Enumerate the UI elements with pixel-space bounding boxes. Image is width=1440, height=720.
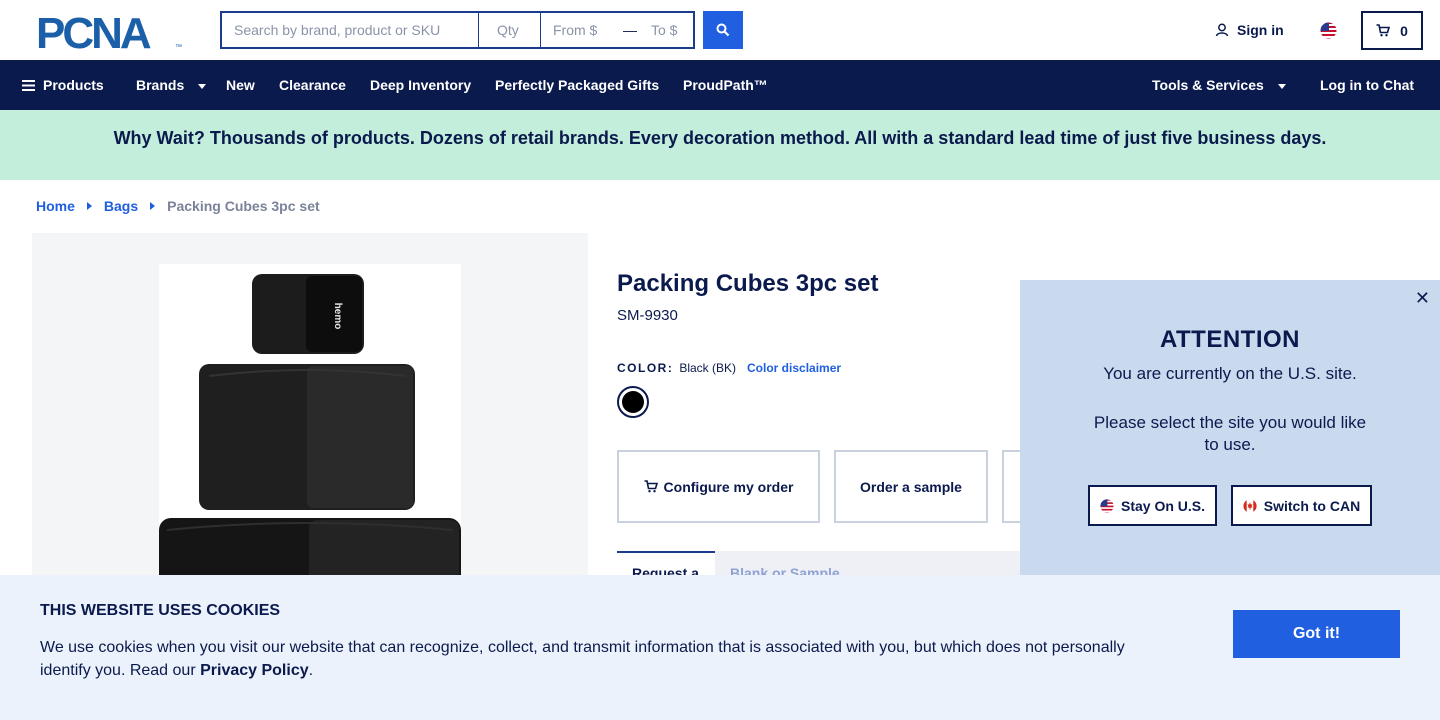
chevron-right-icon (150, 202, 156, 210)
region-select-modal: ✕ ATTENTION You are currently on the U.S… (1020, 280, 1440, 580)
cookie-accept-label: Got it! (1292, 625, 1341, 642)
color-value: Black (BK) (679, 361, 737, 375)
order-sample-button[interactable]: Order a sample (834, 450, 988, 523)
nav-log-in-to-chat[interactable]: Log in to Chat (1320, 60, 1414, 110)
cookie-title: THIS WEBSITE USES COOKIES (40, 602, 281, 619)
color-label: COLOR: (617, 361, 674, 375)
nav-gifts-label: Perfectly Packaged Gifts (495, 77, 660, 93)
price-range-segment: — (541, 13, 706, 47)
price-to-input[interactable] (651, 13, 706, 47)
cookie-text: We use cookies when you visit our websit… (40, 636, 1150, 682)
color-disclaimer-link[interactable]: Color disclaimer (747, 361, 841, 375)
nav-chat-label: Log in to Chat (1320, 77, 1415, 93)
product-image[interactable]: hemo (159, 264, 461, 594)
nav-products[interactable]: Products (22, 60, 104, 110)
color-swatch-black[interactable] (617, 386, 649, 418)
nav-new[interactable]: New (226, 60, 255, 110)
nav-perfectly-packaged-gifts[interactable]: Perfectly Packaged Gifts (495, 60, 659, 110)
breadcrumb-home[interactable]: Home (36, 198, 75, 214)
price-from-input[interactable] (553, 13, 611, 47)
search-input[interactable] (234, 13, 478, 47)
nav-clearance[interactable]: Clearance (279, 60, 346, 110)
qty-segment (479, 13, 541, 47)
breadcrumb-current: Packing Cubes 3pc set (167, 198, 320, 214)
search-bar: — (220, 11, 706, 49)
cart-button[interactable]: 0 (1361, 11, 1423, 50)
qty-input[interactable] (497, 13, 540, 47)
modal-message-current-site: You are currently on the U.S. site. (1103, 364, 1357, 383)
configure-order-label: Configure my order (663, 478, 794, 495)
cart-icon (1376, 24, 1391, 37)
pcna-logo[interactable]: PCNA ™ (36, 9, 186, 58)
keyword-search-segment (222, 13, 479, 47)
price-range-dash: — (623, 22, 637, 38)
nav-proudpath-label: ProudPath™ (683, 77, 768, 93)
image-brand-text: hemo (332, 303, 343, 330)
search-icon (716, 23, 730, 37)
cart-icon (644, 480, 658, 493)
main-nav: Products Brands New Clearance Deep Inven… (0, 60, 1440, 110)
nav-clearance-label: Clearance (279, 77, 346, 93)
cookie-accept-button[interactable]: Got it! (1233, 610, 1400, 658)
sign-in-link[interactable]: Sign in (1215, 22, 1284, 38)
stay-on-us-button[interactable]: Stay On U.S. (1088, 485, 1217, 526)
chevron-down-icon (198, 83, 207, 89)
privacy-policy-link[interactable]: Privacy Policy (200, 662, 309, 679)
breadcrumb-bags[interactable]: Bags (104, 198, 138, 214)
stay-on-us-label: Stay On U.S. (1120, 497, 1206, 514)
us-flag-icon (1320, 22, 1337, 39)
cookie-banner: THIS WEBSITE USES COOKIES We use cookies… (0, 575, 1440, 720)
promo-banner: Why Wait? Thousands of products. Dozens … (0, 110, 1440, 180)
search-button[interactable] (703, 11, 743, 49)
color-row: COLOR: Black (BK) Color disclaimer (617, 361, 841, 375)
nav-brands-label: Brands (136, 77, 185, 93)
modal-title: ATTENTION (1159, 326, 1301, 353)
breadcrumb: Home Bags Packing Cubes 3pc set (36, 198, 320, 214)
us-flag-icon (1100, 498, 1114, 513)
product-title: Packing Cubes 3pc set (617, 270, 879, 297)
site-header: PCNA ™ — Sign in (0, 0, 1440, 60)
sign-in-label: Sign in (1237, 22, 1284, 38)
modal-message-select-site: Please select the site you would like to… (1093, 413, 1367, 454)
logo-trademark: ™ (175, 44, 182, 51)
nav-deep-inventory[interactable]: Deep Inventory (370, 60, 471, 110)
promo-banner-text: Why Wait? Thousands of products. Dozens … (113, 127, 1327, 148)
country-selector[interactable] (1320, 22, 1337, 39)
canada-flag-icon (1243, 498, 1257, 513)
chevron-down-icon (1277, 83, 1286, 89)
nav-deep-inventory-label: Deep Inventory (370, 77, 472, 93)
nav-new-label: New (226, 77, 255, 93)
user-icon (1215, 23, 1229, 37)
cookie-text-end: . (308, 662, 314, 679)
configure-order-button[interactable]: Configure my order (617, 450, 820, 523)
switch-to-can-label: Switch to CAN (1263, 497, 1361, 514)
product-sku: SM-9930 (617, 307, 678, 324)
cart-count: 0 (1400, 22, 1408, 39)
menu-icon (22, 79, 35, 91)
switch-to-can-button[interactable]: Switch to CAN (1231, 485, 1372, 526)
close-icon[interactable]: ✕ (1415, 288, 1430, 309)
order-sample-label: Order a sample (860, 478, 962, 495)
chevron-right-icon (86, 202, 92, 210)
logo-text: PCNA (36, 11, 151, 51)
product-image-panel: hemo (32, 233, 588, 594)
nav-tools-services[interactable]: Tools & Services (1152, 60, 1286, 110)
nav-products-label: Products (43, 77, 104, 93)
swatch-fill (622, 391, 644, 413)
nav-brands[interactable]: Brands (136, 60, 207, 110)
nav-tools-label: Tools & Services (1152, 77, 1264, 93)
packing-cubes-illustration: hemo (159, 274, 461, 594)
nav-proudpath[interactable]: ProudPath™ (683, 60, 768, 110)
